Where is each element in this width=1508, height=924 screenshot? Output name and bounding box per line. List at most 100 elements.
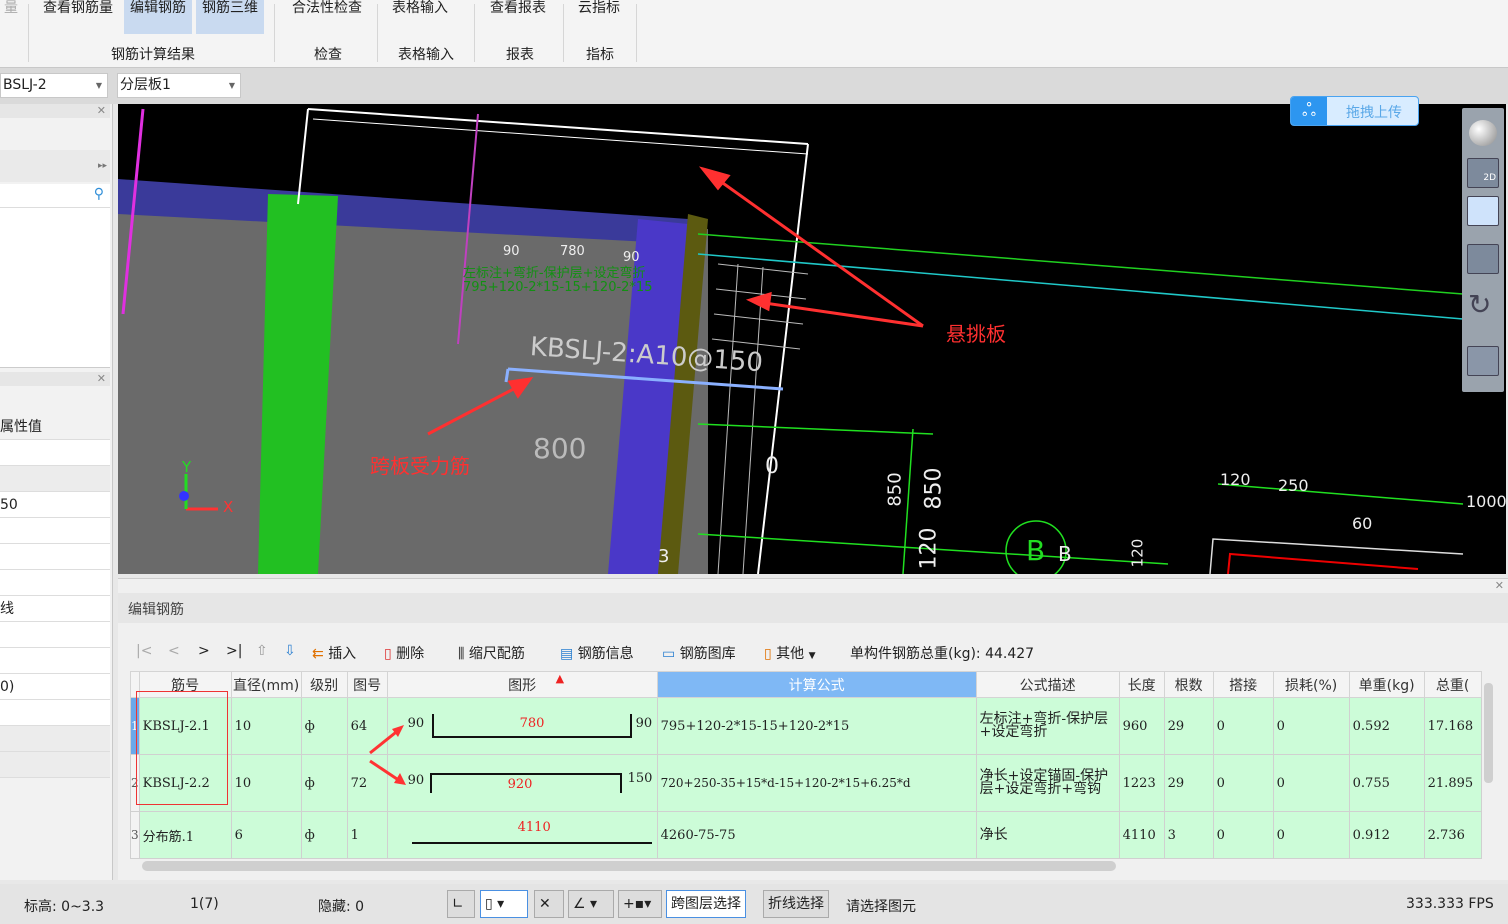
property-row[interactable] <box>0 700 110 726</box>
rebar-info-button[interactable]: ▤ 钢筋信息 <box>560 643 634 663</box>
angle-icon[interactable]: ∠ ▾ <box>568 890 614 918</box>
cell-loss[interactable]: 0 <box>1272 697 1350 755</box>
cell-count[interactable]: 3 <box>1163 811 1214 859</box>
snap-icon[interactable]: +▪▾ <box>618 890 662 918</box>
cell-description[interactable]: 左标注+弯折-保护层+设定弯折 <box>975 697 1120 755</box>
cell-formula[interactable]: 795+120-2*15-15+120-2*15 <box>656 697 977 755</box>
cell-unit-weight[interactable]: 0.592 <box>1348 697 1425 755</box>
cross-layer-select-button[interactable]: 跨图层选择 <box>666 890 746 918</box>
component-tree[interactable] <box>0 208 110 368</box>
ribbon-view-report[interactable]: 查看报表 <box>480 0 556 34</box>
property-row[interactable] <box>0 570 110 596</box>
ribbon-edit-rebar[interactable]: 编辑钢筋 <box>124 0 192 34</box>
property-row[interactable]: 0) <box>0 674 110 700</box>
cell-loss[interactable]: 0 <box>1272 811 1350 859</box>
col-header[interactable]: 根数 <box>1163 671 1214 698</box>
col-header[interactable]: 损耗(%) <box>1272 671 1350 698</box>
ribbon-rebar-3d[interactable]: 钢筋三维 <box>196 0 264 34</box>
col-header[interactable]: 单重(kg) <box>1348 671 1425 698</box>
cell-diameter[interactable]: 10 <box>230 754 302 812</box>
last-button[interactable]: >| <box>226 643 242 659</box>
ribbon-button-partial[interactable]: 量 <box>0 0 22 34</box>
cell-grade[interactable]: ф <box>300 697 348 755</box>
upload-button[interactable]: ஃ 拖拽上传 <box>1290 96 1419 126</box>
close-icon[interactable]: ✕ <box>0 104 110 118</box>
row-number[interactable]: 3 <box>130 811 140 859</box>
property-row[interactable] <box>0 440 110 466</box>
table-row[interactable]: 3 分布筋.1 6 ф 1 4110 4260-75-75 净长 4110 3 … <box>130 811 1482 859</box>
insert-button[interactable]: ⇇ 插入 <box>312 643 356 663</box>
cell-grade[interactable]: ф <box>300 754 348 812</box>
rebar-library-button[interactable]: ▭ 钢筋图库 <box>662 643 736 663</box>
close-icon[interactable]: ✕ <box>1495 579 1504 592</box>
cell-shape[interactable]: 4110 <box>386 811 658 859</box>
other-button[interactable]: ▯ 其他 ▼ <box>764 643 816 663</box>
cell-id[interactable]: 分布筋.1 <box>138 811 232 859</box>
next-button[interactable]: > <box>198 643 210 659</box>
cell-lap[interactable]: 0 <box>1212 811 1274 859</box>
horizontal-scrollbar[interactable] <box>142 861 1116 871</box>
property-row[interactable] <box>0 466 110 492</box>
cell-count[interactable]: 29 <box>1163 754 1214 812</box>
ortho-icon[interactable]: ∟ <box>447 890 475 918</box>
cube-solid-icon[interactable] <box>1467 244 1499 274</box>
cell-shape[interactable]: 90 780 90 <box>386 697 658 755</box>
property-row[interactable] <box>0 544 110 570</box>
cell-length[interactable]: 960 <box>1118 697 1165 755</box>
col-header[interactable]: 图形 ▲ <box>386 671 658 698</box>
property-row[interactable]: 50 <box>0 492 110 518</box>
first-button[interactable]: |< <box>136 643 152 659</box>
property-row[interactable] <box>0 648 110 674</box>
ribbon-validity-check[interactable]: 合法性检查 <box>282 0 372 34</box>
search-input[interactable]: ⚲ <box>0 184 110 208</box>
cell-total-weight[interactable]: 17.168 <box>1423 697 1482 755</box>
ribbon-view-rebar-qty[interactable]: 查看钢筋量 <box>36 0 120 34</box>
property-row[interactable] <box>0 518 110 544</box>
move-up-icon[interactable]: ⇧ <box>256 643 268 659</box>
table-row[interactable]: 1 KBSLJ-2.1 10 ф 64 90 780 90 795+120-2*… <box>130 697 1482 755</box>
component-select[interactable]: BSLJ-2 ▼ <box>0 73 108 98</box>
col-header[interactable]: 长度 <box>1118 671 1165 698</box>
col-header[interactable]: 图号 <box>346 671 388 698</box>
cube-wireframe-icon[interactable] <box>1467 196 1499 226</box>
scale-rebar-button[interactable]: ⫼ 缩尺配筋 <box>458 643 525 663</box>
property-row[interactable] <box>0 622 110 648</box>
cell-length[interactable]: 4110 <box>1118 811 1165 859</box>
cad-viewport[interactable]: X Y 90 780 90 左标注+弯折-保护层+设定弯折 795+120-2*… <box>118 104 1506 574</box>
property-row[interactable] <box>0 752 110 778</box>
cell-lap[interactable]: 0 <box>1212 754 1274 812</box>
expand-icon[interactable]: ▸▸ <box>0 150 110 182</box>
cell-count[interactable]: 29 <box>1163 697 1214 755</box>
rotate-icon[interactable]: ↻ <box>1468 288 1491 321</box>
delete-button[interactable]: ▯ 删除 <box>384 643 424 663</box>
close-icon[interactable]: ✕ <box>0 372 110 386</box>
layer-list-icon[interactable] <box>1467 346 1499 376</box>
ribbon-table-input[interactable]: 表格输入 <box>380 0 460 34</box>
col-header[interactable]: 直径(mm) <box>230 671 302 698</box>
cell-diameter[interactable]: 6 <box>230 811 302 859</box>
property-row[interactable]: 线 <box>0 596 110 622</box>
table-row[interactable]: 2 KBSLJ-2.2 10 ф 72 90 920 150 720+250-3… <box>130 754 1482 812</box>
view-2d-button[interactable]: 2D <box>1467 158 1499 188</box>
cell-formula[interactable]: 4260-75-75 <box>656 811 977 859</box>
col-header[interactable]: 总重( <box>1423 671 1482 698</box>
polyline-select-button[interactable]: 折线选择 <box>763 890 829 918</box>
cell-lap[interactable]: 0 <box>1212 697 1274 755</box>
move-down-icon[interactable]: ⇩ <box>284 643 296 659</box>
layer-select[interactable]: 分层板1 ▼ <box>117 73 241 98</box>
col-header[interactable]: 级别 <box>300 671 348 698</box>
cell-length[interactable]: 1223 <box>1118 754 1165 812</box>
cross-icon[interactable]: ✕ <box>534 890 564 918</box>
cell-unit-weight[interactable]: 0.755 <box>1348 754 1425 812</box>
cell-shape[interactable]: 90 920 150 <box>386 754 658 812</box>
vertical-scrollbar[interactable] <box>1484 683 1493 783</box>
col-header[interactable]: 搭接 <box>1212 671 1274 698</box>
col-header[interactable]: 公式描述 <box>975 671 1120 698</box>
orbit-icon[interactable] <box>1469 120 1497 146</box>
col-header[interactable]: 计算公式 <box>656 671 977 698</box>
property-row[interactable] <box>0 726 110 752</box>
prev-button[interactable]: < <box>168 643 180 659</box>
cell-description[interactable]: 净长 <box>975 811 1120 859</box>
cell-grade[interactable]: ф <box>300 811 348 859</box>
cell-total-weight[interactable]: 21.895 <box>1423 754 1482 812</box>
